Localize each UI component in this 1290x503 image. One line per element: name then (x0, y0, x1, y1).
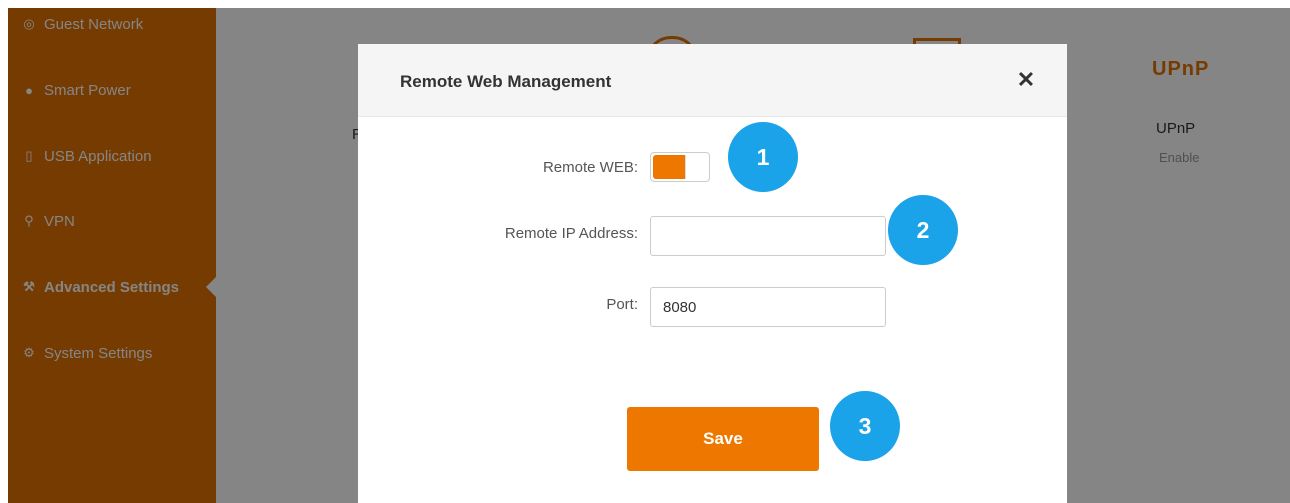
dialog-title: Remote Web Management (400, 72, 612, 91)
close-icon[interactable]: ✕ (1014, 68, 1038, 92)
remote-web-label: Remote WEB: (542, 159, 638, 176)
port-label: Port: (606, 296, 638, 313)
remote-ip-label: Remote IP Address: (504, 225, 638, 242)
port-input[interactable] (650, 287, 886, 327)
remote-ip-input[interactable] (650, 216, 886, 256)
toggle-knob (685, 155, 708, 179)
dialog-header: Remote Web Management ✕ (358, 44, 1067, 117)
step-badge-1: 1 (728, 122, 798, 192)
remote-web-management-dialog: Remote Web Management ✕ Remote WEB: Remo… (358, 44, 1067, 503)
app-frame: ◎ Guest Network ● Smart Power ▯ USB Appl… (8, 8, 1290, 503)
remote-web-toggle[interactable] (650, 152, 710, 182)
step-badge-3: 3 (830, 391, 900, 461)
toggle-on-fill (653, 155, 685, 179)
save-button[interactable]: Save (627, 407, 819, 471)
step-badge-2: 2 (888, 195, 958, 265)
